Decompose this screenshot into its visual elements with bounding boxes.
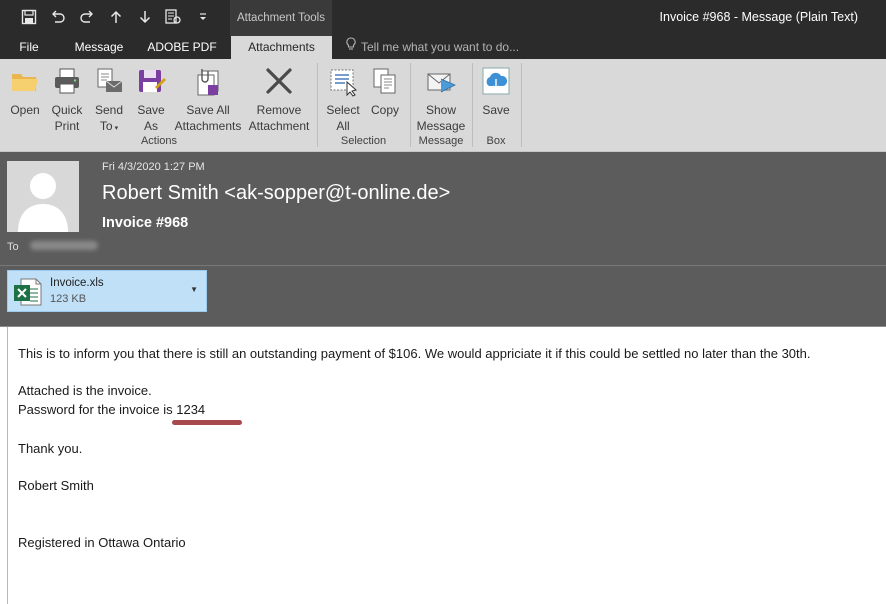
group-separator xyxy=(317,63,318,147)
tell-me-text: Tell me what you want to do... xyxy=(361,40,520,54)
remove-attachment-icon xyxy=(263,65,295,97)
save-all-attachments-button[interactable]: Save All Attachments xyxy=(173,65,243,134)
remove-attachment-button[interactable]: Remove Attachment xyxy=(245,65,313,134)
ribbon: Open Quick Print Send To ▾ Save As Save A… xyxy=(0,59,886,152)
window-title: Invoice #968 - Message (Plain Text) xyxy=(659,10,858,24)
redo-icon[interactable] xyxy=(76,6,98,28)
show-message-button[interactable]: Show Message xyxy=(415,65,467,134)
body-line: This is to inform you that there is stil… xyxy=(18,346,811,361)
to-label: To xyxy=(7,241,19,253)
customize-icon[interactable] xyxy=(192,6,214,28)
body-line: Thank you. xyxy=(18,441,83,456)
save-icon[interactable] xyxy=(18,6,40,28)
group-separator xyxy=(521,63,522,147)
tab-attachments[interactable]: Attachments xyxy=(231,36,332,59)
to-recipient-redacted xyxy=(30,241,98,250)
message-header: Fri 4/3/2020 1:27 PM Robert Smith <ak-so… xyxy=(0,152,886,327)
group-separator xyxy=(472,63,473,147)
save-all-attachments-icon xyxy=(192,65,224,97)
left-edge xyxy=(0,327,7,604)
box-save-icon xyxy=(480,65,512,97)
print-preview-icon[interactable] xyxy=(162,6,184,28)
save-as-button[interactable]: Save As xyxy=(132,65,170,134)
group-label-selection: Selection xyxy=(340,135,387,147)
printer-icon xyxy=(51,65,83,97)
tab-adobe-pdf[interactable]: ADOBE PDF xyxy=(140,36,224,59)
body-line: Registered in Ottawa Ontario xyxy=(18,535,186,550)
tab-file[interactable]: File xyxy=(0,36,58,59)
group-label-message: Message xyxy=(418,135,464,147)
show-message-icon xyxy=(425,65,457,97)
body-line: Password for the invoice is 1234 xyxy=(18,402,206,417)
down-arrow-icon[interactable] xyxy=(134,6,156,28)
title-bar: Attachment Tools Invoice #968 - Message … xyxy=(0,0,886,36)
save-as-icon xyxy=(135,65,167,97)
lightbulb-icon xyxy=(346,36,356,59)
sent-date: Fri 4/3/2020 1:27 PM xyxy=(102,161,205,173)
select-all-icon xyxy=(327,65,359,97)
select-all-button[interactable]: Select All xyxy=(323,65,363,134)
group-label-actions: Actions xyxy=(140,135,178,147)
send-to-button[interactable]: Send To ▾ xyxy=(90,65,128,137)
box-save-button[interactable]: Save xyxy=(477,65,515,118)
copy-icon xyxy=(369,65,401,97)
open-button[interactable]: Open xyxy=(6,65,44,118)
undo-icon[interactable] xyxy=(47,6,69,28)
divider xyxy=(0,265,886,266)
excel-file-icon xyxy=(12,276,44,308)
annotation-underline xyxy=(172,420,242,425)
up-arrow-icon[interactable] xyxy=(105,6,127,28)
quick-print-button[interactable]: Quick Print xyxy=(47,65,87,134)
subject: Invoice #968 xyxy=(102,215,189,231)
group-label-box: Box xyxy=(486,135,506,147)
open-folder-icon xyxy=(9,65,41,97)
signature-name: Robert Smith xyxy=(18,478,94,493)
tell-me-box[interactable]: Tell me what you want to do... xyxy=(346,36,519,59)
attachment-size: 123 KB xyxy=(50,293,87,305)
sender[interactable]: Robert Smith <ak-sopper@t-online.de> xyxy=(102,182,450,205)
group-separator xyxy=(410,63,411,147)
chevron-down-icon[interactable]: ▼ xyxy=(190,285,198,294)
ribbon-tabs: File Message ADOBE PDF Attachments Tell … xyxy=(0,36,886,59)
send-to-icon xyxy=(93,65,125,97)
message-body: This is to inform you that there is stil… xyxy=(7,327,886,604)
attachment-item[interactable]: Invoice.xls 123 KB ▼ xyxy=(7,270,207,312)
avatar xyxy=(7,161,79,232)
tab-message[interactable]: Message xyxy=(66,36,132,59)
copy-button[interactable]: Copy xyxy=(366,65,404,118)
dropdown-arrow-icon: ▾ xyxy=(114,125,119,132)
body-line: Attached is the invoice. xyxy=(18,383,152,398)
contextual-tab-group: Attachment Tools xyxy=(230,0,332,36)
attachment-name: Invoice.xls xyxy=(50,277,104,289)
